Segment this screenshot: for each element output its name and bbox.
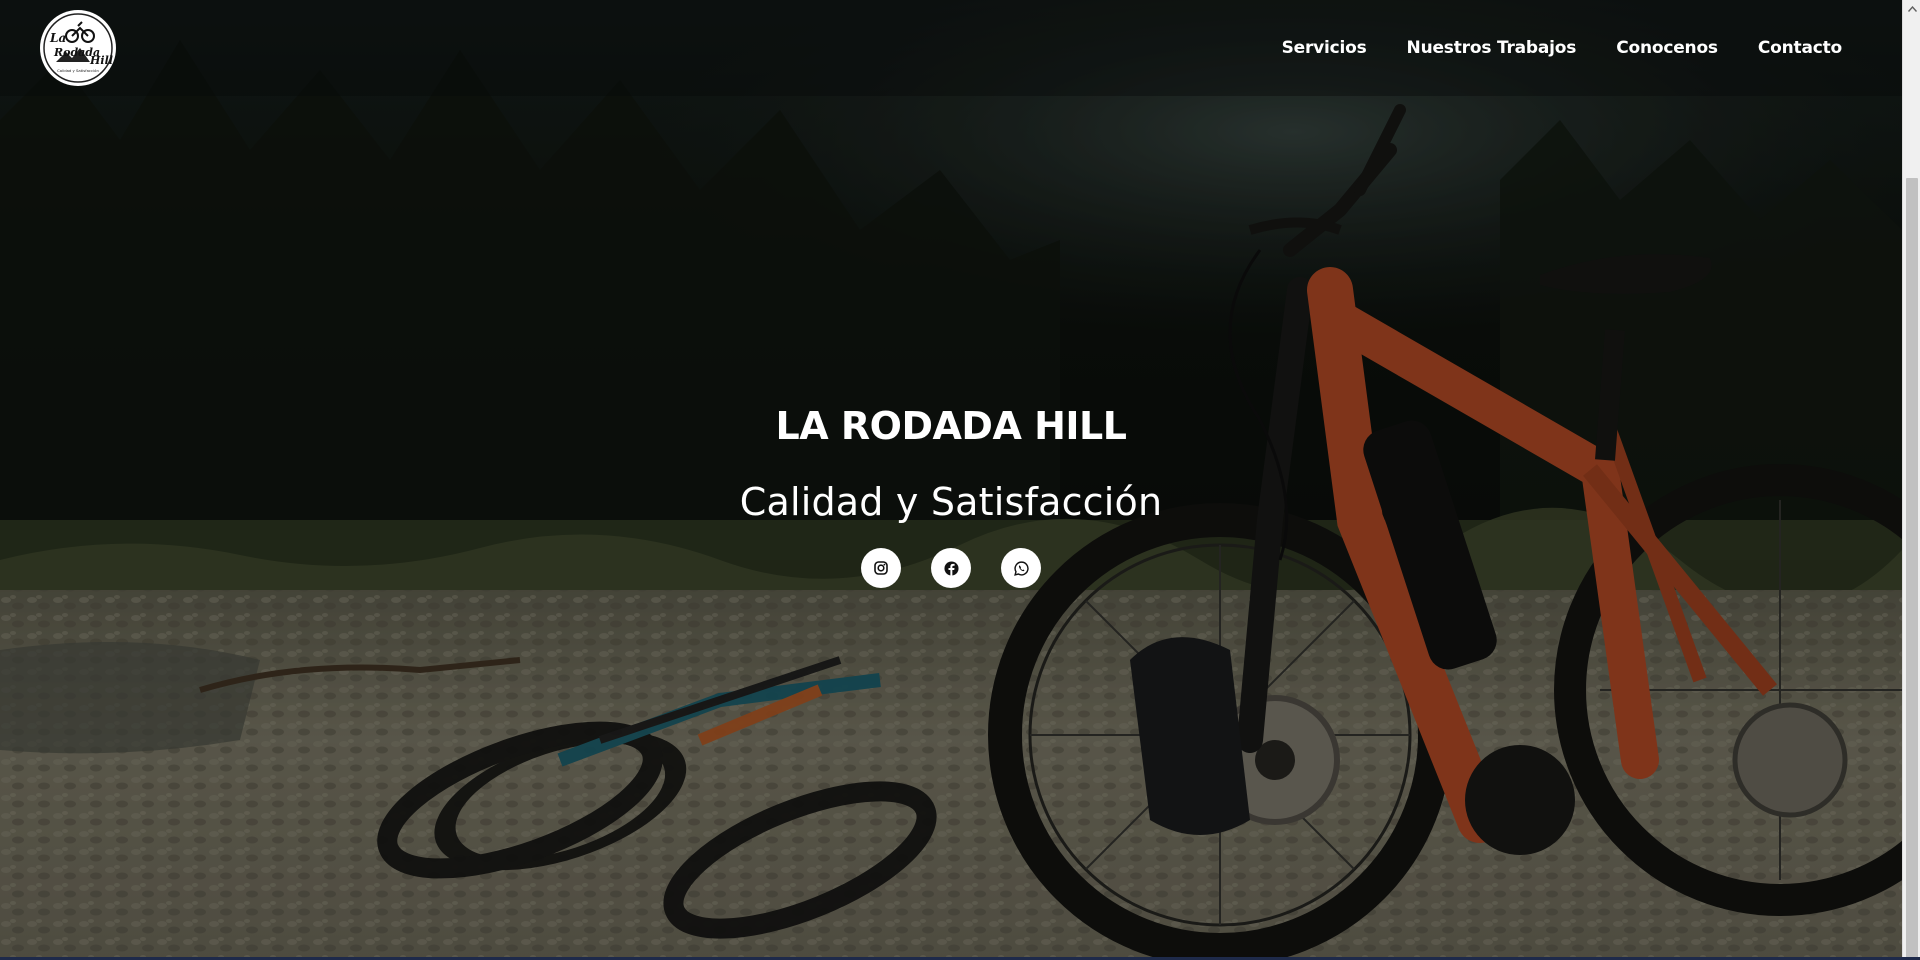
page-viewport: La Rodada Hill Calidad y Satisfacción Se… xyxy=(0,0,1902,960)
main-nav: Servicios Nuestros Trabajos Conocenos Co… xyxy=(1282,38,1843,58)
facebook-icon xyxy=(943,560,959,576)
facebook-button[interactable] xyxy=(931,548,971,588)
whatsapp-icon xyxy=(1013,560,1029,576)
scroll-up-arrow-icon[interactable] xyxy=(1907,4,1917,14)
nav-item-servicios[interactable]: Servicios xyxy=(1282,38,1367,58)
logo-emblem-icon: La Rodada Hill Calidad y Satisfacción xyxy=(43,13,113,83)
instagram-button[interactable] xyxy=(861,548,901,588)
logo-tagline: Calidad y Satisfacción xyxy=(57,68,99,73)
social-links xyxy=(861,548,1041,588)
logo-line3: Hill xyxy=(89,54,113,67)
logo-line1: La xyxy=(49,31,66,45)
instagram-icon xyxy=(874,561,888,575)
page-scrollbar[interactable] xyxy=(1902,0,1920,960)
nav-item-contacto[interactable]: Contacto xyxy=(1758,38,1842,58)
top-navbar: La Rodada Hill Calidad y Satisfacción Se… xyxy=(0,0,1902,96)
whatsapp-button[interactable] xyxy=(1001,548,1041,588)
hero-title: LA RODADA HILL xyxy=(775,404,1127,448)
scrollbar-thumb[interactable] xyxy=(1906,178,1918,960)
hero-section: LA RODADA HILL Calidad y Satisfacción xyxy=(0,400,1902,588)
brand-logo[interactable]: La Rodada Hill Calidad y Satisfacción xyxy=(40,10,116,86)
nav-item-nuestros-trabajos[interactable]: Nuestros Trabajos xyxy=(1407,38,1577,58)
nav-item-conocenos[interactable]: Conocenos xyxy=(1616,38,1718,58)
hero-subtitle: Calidad y Satisfacción xyxy=(739,480,1163,524)
